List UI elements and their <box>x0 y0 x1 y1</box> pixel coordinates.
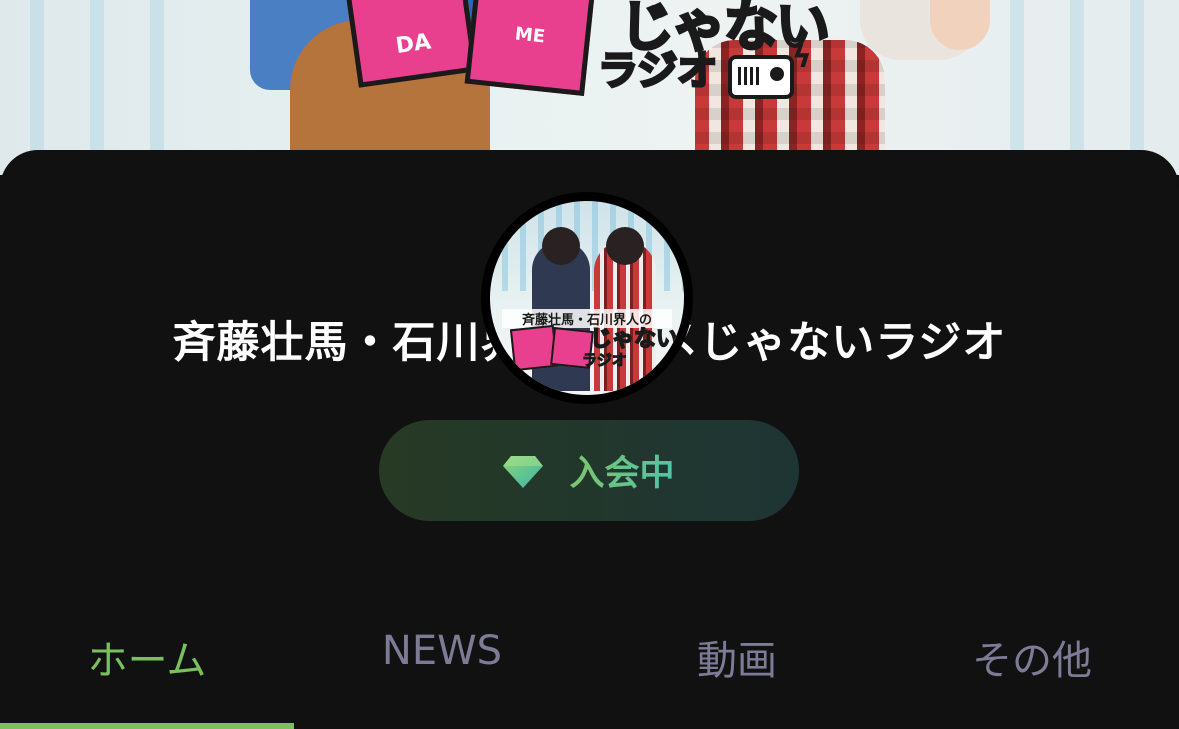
membership-status-button[interactable]: 入会中 <box>379 420 799 521</box>
channel-card: 斉藤壮馬・石川界人の じゃない ラジオ 斉藤壮馬・石川界人のダメじゃないラジオ … <box>0 150 1179 729</box>
tab-news-label: NEWS <box>381 628 503 674</box>
tab-other[interactable]: その他 <box>885 620 1179 729</box>
avatar-image: 斉藤壮馬・石川界人の じゃない ラジオ <box>490 201 684 395</box>
header-banner-image: DA ME じゃない ラジオ ϟ <box>0 0 1179 175</box>
banner-logo-me: ME <box>464 0 596 96</box>
active-tab-indicator <box>0 723 294 729</box>
tab-videos[interactable]: 動画 <box>590 620 884 729</box>
membership-label: 入会中 <box>569 445 674 496</box>
tab-bar: ホーム NEWS 動画 その他 <box>0 620 1179 729</box>
tab-videos-label: 動画 <box>697 638 777 684</box>
banner-logo-radio: ラジオ <box>596 47 718 96</box>
tab-news[interactable]: NEWS <box>295 620 589 729</box>
tab-home-label: ホーム <box>87 638 207 684</box>
tab-other-label: その他 <box>972 638 1092 684</box>
avatar-logo-radio: ラジオ <box>582 351 628 370</box>
channel-avatar[interactable]: 斉藤壮馬・石川界人の じゃない ラジオ <box>481 192 693 404</box>
spark-icon: ϟ <box>792 40 812 75</box>
tab-home[interactable]: ホーム <box>0 620 294 729</box>
radio-icon <box>728 55 794 99</box>
diamond-icon <box>503 455 544 488</box>
